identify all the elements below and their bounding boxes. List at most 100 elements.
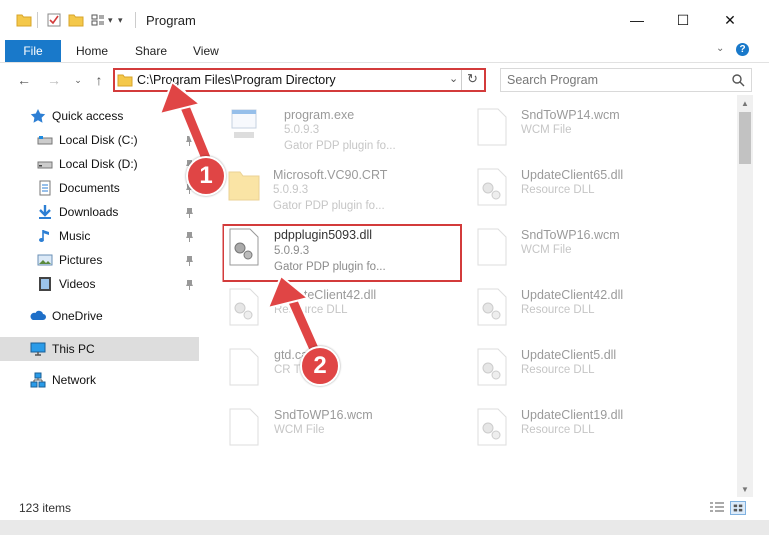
scrollbar-thumb[interactable] (739, 112, 751, 164)
file-name: UpdateClient5.dll (521, 348, 617, 362)
file-tab[interactable]: File (5, 40, 61, 62)
customize-toolbar-icon[interactable] (90, 12, 106, 28)
title-divider (135, 12, 136, 28)
file-name: Microsoft.VC90.CRT (273, 168, 388, 182)
chevron-down-icon[interactable]: ▾ (118, 15, 123, 26)
nav-item-quick-access[interactable]: Quick access (30, 105, 200, 127)
forward-button[interactable]: → (44, 70, 64, 90)
address-dropdown-icon[interactable]: ⌄ (449, 72, 458, 85)
file-name: UpdateClient65.dll (521, 168, 624, 182)
nav-item-local-disk-c[interactable]: Local Disk (C:) (37, 129, 207, 151)
file-description: Gator PDP plugin fo... (284, 140, 396, 152)
properties-icon[interactable] (46, 12, 62, 28)
nav-item-onedrive[interactable]: OneDrive (30, 305, 200, 327)
refresh-icon[interactable]: ↻ (467, 71, 478, 87)
maximize-button[interactable]: ☐ (660, 0, 706, 40)
address-path[interactable]: C:\Program Files\Program Directory (137, 73, 336, 87)
file-description: Gator PDP plugin fo... (273, 200, 385, 212)
exe-file-icon (231, 109, 257, 138)
tab-share[interactable]: Share (135, 44, 167, 58)
details-view-icon[interactable] (709, 501, 725, 515)
tab-home[interactable]: Home (76, 44, 108, 58)
computer-icon (30, 342, 46, 356)
dll-file-icon (477, 288, 507, 326)
document-file-icon (477, 108, 507, 146)
music-icon (39, 230, 49, 242)
expand-ribbon-icon[interactable]: ⌄ (716, 43, 724, 54)
file-version: 5.0.9.3 (284, 124, 320, 136)
search-icon[interactable] (731, 73, 745, 87)
up-button[interactable]: ↑ (89, 70, 109, 90)
nav-item-label: Music (59, 229, 91, 243)
file-type: Resource DLL (274, 304, 348, 316)
folder-icon (117, 74, 133, 87)
back-button[interactable]: ← (14, 70, 34, 90)
documents-icon (39, 180, 51, 196)
file-name: SndToWP14.wcm (521, 108, 620, 122)
nav-item-music[interactable]: Music (37, 225, 207, 247)
help-icon[interactable]: ? (736, 43, 749, 56)
file-type: CR T (274, 364, 301, 376)
dll-file-icon (477, 408, 507, 446)
document-file-icon (229, 348, 259, 386)
nav-item-documents[interactable]: Documents (37, 177, 207, 199)
recent-locations-icon[interactable]: ⌄ (68, 70, 88, 90)
quick-access-dropdown-icon[interactable]: ▾ (108, 15, 113, 26)
nav-item-label: OneDrive (52, 309, 103, 323)
document-file-icon (477, 228, 507, 266)
network-icon (30, 372, 46, 388)
file-name: UpdateClient42.dll (274, 288, 377, 302)
file-name: SndToWP16.wcm (521, 228, 620, 242)
scroll-down-icon[interactable]: ▼ (737, 482, 753, 496)
file-type: WCM File (521, 244, 572, 256)
pin-icon[interactable] (185, 280, 194, 290)
ribbon-divider (0, 62, 769, 63)
folder-icon (16, 14, 32, 27)
nav-item-videos[interactable]: Videos (37, 273, 207, 295)
toolbar-divider (37, 12, 38, 28)
nav-item-downloads[interactable]: Downloads (37, 201, 207, 223)
videos-icon (39, 277, 51, 291)
large-icons-view-icon[interactable] (730, 501, 746, 515)
file-name: UpdateClient19.dll (521, 408, 624, 422)
nav-item-this-pc[interactable]: This PC (30, 338, 200, 360)
minimize-button[interactable]: — (614, 0, 660, 40)
nav-item-label: Documents (59, 181, 120, 195)
close-button[interactable]: ✕ (707, 0, 753, 40)
file-type: WCM File (521, 124, 572, 136)
tab-view[interactable]: View (193, 44, 219, 58)
file-name: program.exe (284, 108, 355, 122)
address-divider (461, 70, 462, 90)
step-badge-1: 1 (186, 156, 226, 196)
scroll-up-icon[interactable]: ▲ (737, 96, 753, 110)
pin-icon[interactable] (185, 256, 194, 266)
nav-item-local-disk-d[interactable]: Local Disk (D:) (37, 153, 207, 175)
selected-file-highlight (222, 224, 462, 282)
nav-item-label: Videos (59, 277, 96, 291)
item-count: 123 items (19, 501, 72, 515)
file-name: UpdateClient42.dll (521, 288, 624, 302)
downloads-icon (39, 205, 51, 219)
nav-item-network[interactable]: Network (30, 369, 200, 391)
file-type: Resource DLL (521, 304, 595, 316)
dll-file-icon (477, 168, 507, 206)
pin-icon[interactable] (185, 232, 194, 242)
file-type: Resource DLL (521, 364, 595, 376)
step-badge-2: 2 (300, 346, 340, 386)
pin-icon[interactable] (185, 208, 194, 218)
file-type: WCM File (274, 424, 325, 436)
window-title: Program (146, 13, 196, 28)
new-folder-icon[interactable] (68, 12, 84, 28)
search-input[interactable] (507, 70, 737, 90)
file-version: 5.0.9.3 (273, 184, 309, 196)
dll-file-icon (477, 348, 507, 386)
drive-icon (37, 136, 53, 145)
nav-item-label: Quick access (52, 109, 124, 123)
nav-item-label: This PC (52, 342, 95, 356)
nav-item-pictures[interactable]: Pictures (37, 249, 207, 271)
file-type: Resource DLL (521, 424, 595, 436)
document-file-icon (229, 408, 259, 446)
search-box[interactable] (500, 68, 752, 92)
pin-icon[interactable] (185, 136, 194, 146)
drive-icon (37, 161, 53, 169)
